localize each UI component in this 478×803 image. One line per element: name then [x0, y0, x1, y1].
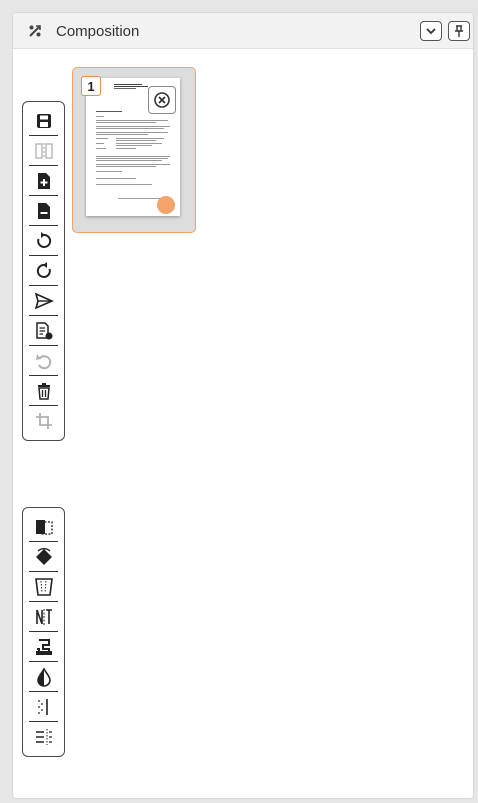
deskew-button[interactable] [29, 542, 58, 572]
deskew-icon [35, 547, 52, 565]
page-status-dot [157, 196, 175, 214]
pin-button[interactable] [448, 21, 470, 41]
document-settings-icon [35, 321, 52, 339]
chevron-down-icon [426, 28, 436, 35]
window-frame: Composition 1 [0, 0, 478, 803]
remove-page-icon [37, 202, 50, 219]
split-pages-button[interactable] [29, 136, 58, 166]
align-lines-button[interactable] [29, 722, 58, 752]
composition-panel: Composition 1 [12, 12, 474, 799]
collapse-button[interactable] [420, 21, 442, 41]
page-number-badge: 1 [81, 76, 101, 96]
mirror-button[interactable] [29, 602, 58, 632]
contrast-icon [36, 666, 51, 687]
split-pages-icon [34, 142, 53, 159]
send-icon [34, 292, 54, 309]
composition-icon [29, 25, 41, 37]
save-icon [36, 113, 51, 128]
undo-button[interactable] [29, 346, 58, 376]
perspective-button[interactable] [29, 572, 58, 602]
contrast-button[interactable] [29, 662, 58, 692]
close-circle-icon [154, 92, 170, 108]
send-button[interactable] [29, 286, 58, 316]
pin-icon [455, 25, 463, 37]
document-settings-button[interactable] [29, 316, 58, 346]
crop-button[interactable] [29, 406, 58, 436]
despeckle-button[interactable] [29, 692, 58, 722]
undo-icon [35, 353, 51, 369]
page-toolbar [22, 101, 65, 441]
rotate-left-icon [36, 261, 51, 278]
stamp-button[interactable] [29, 632, 58, 662]
panel-title: Composition [56, 23, 140, 40]
delete-button[interactable] [29, 376, 58, 406]
auto-crop-icon [35, 519, 53, 535]
rotate-right-button[interactable] [29, 226, 58, 256]
image-toolbar [22, 507, 65, 757]
remove-page-thumbnail-button[interactable] [148, 86, 176, 114]
align-lines-icon [35, 729, 52, 745]
save-button[interactable] [29, 106, 58, 136]
add-page-icon [37, 172, 50, 189]
crop-icon [35, 413, 52, 429]
remove-page-button[interactable] [29, 196, 58, 226]
panel-header: Composition [13, 13, 473, 49]
despeckle-icon [37, 698, 48, 715]
stamp-icon [35, 638, 52, 655]
rotate-right-icon [36, 231, 51, 248]
add-page-button[interactable] [29, 166, 58, 196]
page-thumbnail[interactable]: 1 [72, 67, 196, 233]
delete-icon [37, 382, 50, 400]
rotate-left-button[interactable] [29, 256, 58, 286]
mirror-icon [35, 608, 52, 625]
auto-crop-button[interactable] [29, 512, 58, 542]
perspective-icon [34, 577, 53, 596]
